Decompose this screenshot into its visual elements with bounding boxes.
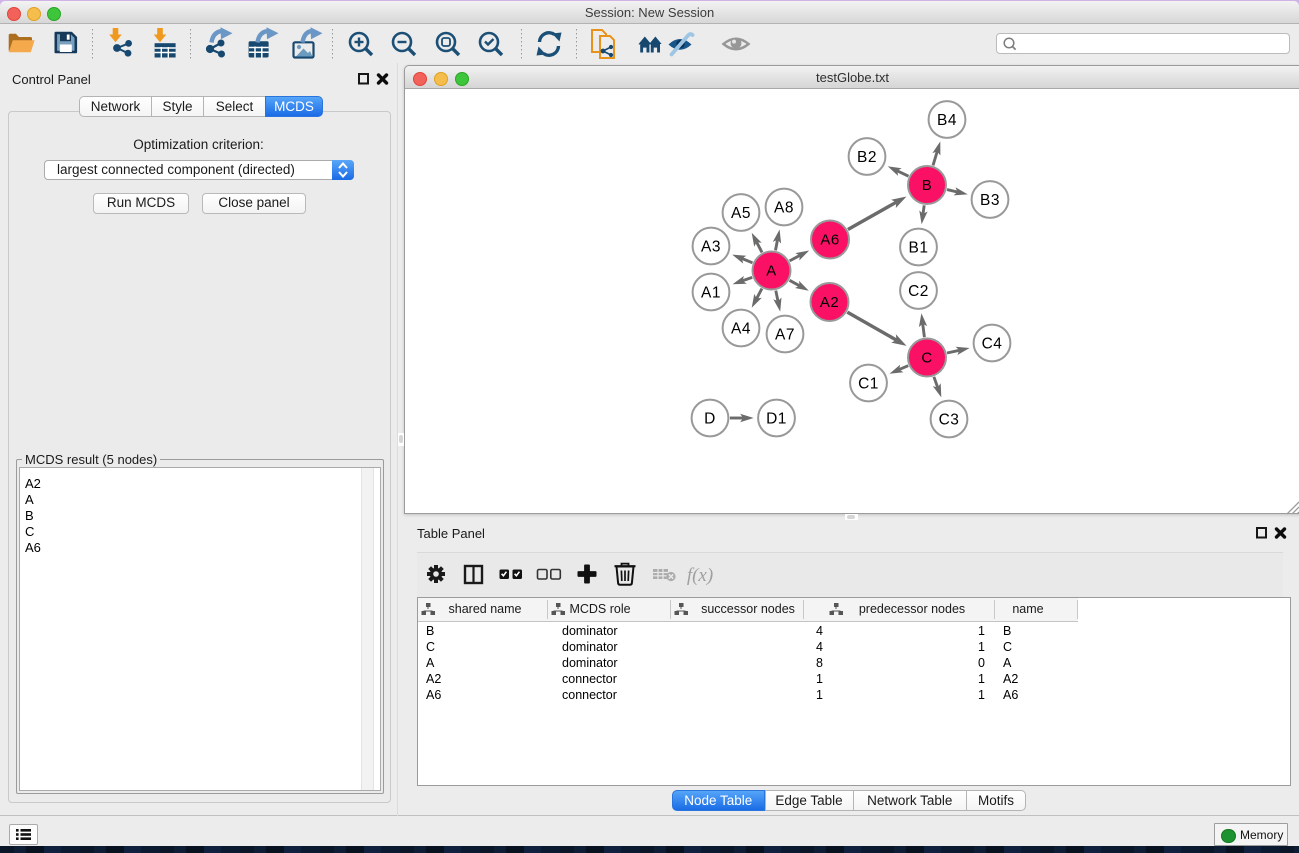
svg-text:A: A xyxy=(766,263,777,280)
svg-text:B3: B3 xyxy=(980,192,1000,209)
svg-text:D1: D1 xyxy=(766,411,787,428)
svg-text:A2: A2 xyxy=(820,294,839,311)
svg-text:A5: A5 xyxy=(731,205,751,222)
svg-text:C3: C3 xyxy=(939,412,960,429)
svg-text:A6: A6 xyxy=(820,232,839,249)
svg-text:B1: B1 xyxy=(909,240,929,257)
svg-text:A8: A8 xyxy=(774,200,794,217)
svg-text:C: C xyxy=(921,350,932,367)
svg-text:A4: A4 xyxy=(731,321,751,338)
svg-text:f(x): f(x) xyxy=(687,565,713,586)
svg-text:A1: A1 xyxy=(701,285,721,302)
svg-text:B4: B4 xyxy=(937,112,957,129)
svg-text:B: B xyxy=(922,177,933,194)
svg-text:A7: A7 xyxy=(775,327,795,344)
svg-text:C2: C2 xyxy=(908,283,929,300)
svg-text:C4: C4 xyxy=(982,336,1003,353)
svg-text:D: D xyxy=(704,411,716,428)
svg-text:A3: A3 xyxy=(701,239,721,256)
svg-text:C1: C1 xyxy=(858,376,879,393)
svg-text:B2: B2 xyxy=(857,149,877,166)
